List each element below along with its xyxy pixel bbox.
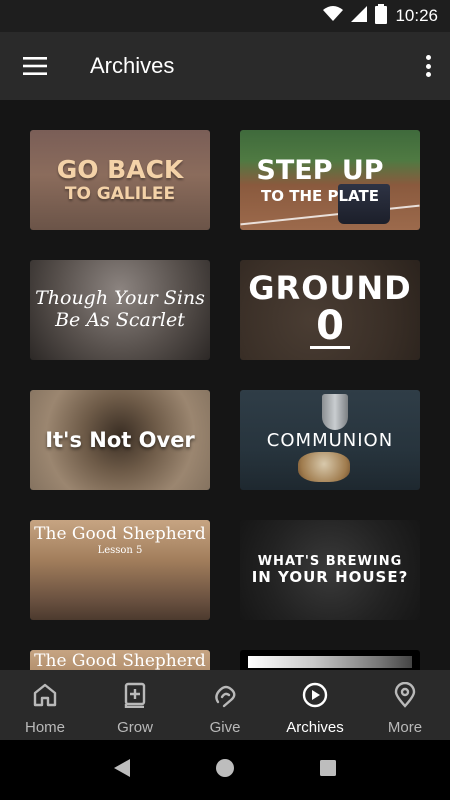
wifi-icon [323,5,344,27]
card-title: Though Your Sins [35,287,205,310]
archive-card[interactable]: Though Your Sins Be As Scarlet [30,260,210,360]
home-icon [32,682,58,713]
nav-label: Archives [286,719,344,736]
card-title: COMMUNION [266,429,394,451]
nav-grow[interactable]: Grow [90,670,180,740]
signal-icon [351,5,368,27]
home-circle-icon[interactable] [215,758,235,783]
recents-icon[interactable] [318,758,338,783]
card-subtitle: Be As Scarlet [55,309,185,331]
battery-icon [375,3,388,29]
archive-card[interactable]: WHAT'S BREWING IN YOUR HOUSE? [240,520,420,620]
card-title: The Good Shepherd [34,651,206,670]
card-title: The Good Shepherd [34,524,206,544]
card-title: GROUND [248,268,412,307]
card-subtitle: 0 [310,306,350,349]
nav-label: More [387,719,423,736]
status-time: 10:26 [395,6,438,25]
bread-image [298,452,350,482]
card-image [248,656,412,668]
nav-more[interactable]: More [360,670,450,740]
menu-icon[interactable] [0,32,70,100]
app-bar: Archives [0,32,450,100]
overflow-menu-icon[interactable] [420,52,436,80]
nav-give[interactable]: Give [180,670,270,740]
card-subtitle: IN YOUR HOUSE? [251,567,409,586]
archive-grid: GO BACK TO GALILEE STEP UP TO THE PLATE Th… [30,130,420,670]
card-title: STEP UP [256,154,384,186]
archive-card[interactable]: STEP UP TO THE PLATE [240,130,420,230]
back-icon[interactable] [112,758,132,783]
card-title: GO BACK [56,155,184,184]
nav-label: Home [24,719,65,736]
card-subtitle: Lesson 5 [97,545,143,556]
card-title: WHAT'S BREWING [257,553,403,569]
play-circle-icon [302,682,328,713]
nav-archives[interactable]: Archives [270,670,360,740]
archive-card[interactable]: It's Not Over [30,390,210,490]
archive-card[interactable] [240,650,420,670]
card-subtitle: TO GALILEE [64,184,176,204]
page-title: Archives [90,53,175,78]
archive-card[interactable]: GROUND 0 [240,260,420,360]
nav-home[interactable]: Home [0,670,90,740]
book-plus-icon [122,682,148,713]
card-title: It's Not Over [45,428,195,452]
card-subtitle: TO THE PLATE [261,186,379,205]
archives-list[interactable]: GO BACK TO GALILEE STEP UP TO THE PLATE Th… [0,100,450,670]
chalice-image [322,394,348,430]
bottom-navigation: Home Grow Give Archives More [0,670,450,740]
status-bar: 10:26 [0,0,450,32]
archive-card[interactable]: COMMUNION [240,390,420,490]
location-pin-icon [392,681,418,713]
give-icon [212,682,238,713]
nav-label: Give [209,719,241,736]
nav-label: Grow [117,719,153,736]
archive-card[interactable]: The Good Shepherd Lesson 5 [30,520,210,620]
archive-card[interactable]: The Good Shepherd [30,650,210,670]
archive-card[interactable]: GO BACK TO GALILEE [30,130,210,230]
system-navigation [0,740,450,800]
